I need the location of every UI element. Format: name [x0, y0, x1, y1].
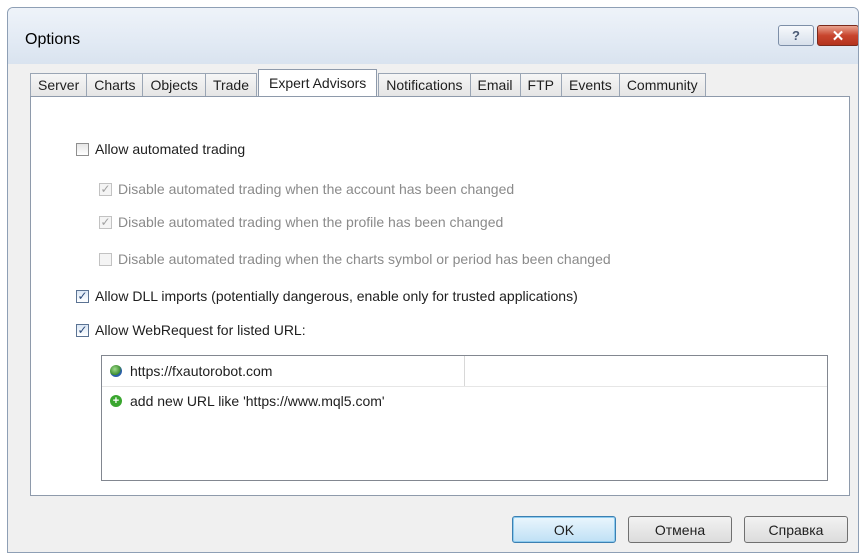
allow-automated-trading-option[interactable]: Allow automated trading: [76, 141, 245, 157]
tab-email[interactable]: Email: [469, 73, 521, 96]
allow-automated-trading-checkbox[interactable]: [76, 142, 89, 156]
url-list-item[interactable]: https://fxautorobot.com: [102, 356, 827, 387]
disable-on-symbol-change-option: Disable automated trading when the chart…: [99, 251, 611, 267]
add-url-row[interactable]: + add new URL like 'https://www.mql5.com…: [102, 386, 385, 416]
allow-dll-imports-checkbox[interactable]: ✓: [76, 289, 89, 303]
tab-community[interactable]: Community: [618, 73, 706, 96]
close-icon: ✕: [831, 27, 845, 45]
options-dialog: Options ? ✕ Server Charts Objects Trade …: [7, 7, 859, 553]
tab-charts[interactable]: Charts: [86, 73, 144, 96]
add-icon: +: [110, 395, 122, 407]
allow-webrequest-option[interactable]: ✓ Allow WebRequest for listed URL:: [76, 322, 306, 338]
allow-dll-imports-option[interactable]: ✓ Allow DLL imports (potentially dangero…: [76, 288, 578, 304]
tab-server[interactable]: Server: [30, 73, 88, 96]
tab-strip: Server Charts Objects Trade Expert Advis…: [30, 69, 706, 96]
disable-on-account-change-checkbox: ✓: [99, 182, 112, 196]
tab-expert-advisors[interactable]: Expert Advisors: [258, 69, 378, 96]
expert-advisors-panel: Allow automated trading ✓ Disable automa…: [30, 96, 850, 496]
title-bar: Options ? ✕: [8, 8, 858, 64]
disable-on-symbol-change-label: Disable automated trading when the chart…: [118, 251, 611, 267]
allow-dll-imports-label: Allow DLL imports (potentially dangerous…: [95, 288, 578, 304]
close-button[interactable]: ✕: [817, 25, 858, 46]
disable-on-profile-change-label: Disable automated trading when the profi…: [118, 214, 504, 230]
url-list-item-text: https://fxautorobot.com: [130, 363, 273, 379]
ok-button[interactable]: OK: [512, 516, 616, 543]
tab-ftp[interactable]: FTP: [519, 73, 562, 96]
column-separator: [464, 356, 465, 386]
url-list[interactable]: https://fxautorobot.com + add new URL li…: [101, 355, 828, 481]
disable-on-account-change-option: ✓ Disable automated trading when the acc…: [99, 181, 514, 197]
allow-webrequest-checkbox[interactable]: ✓: [76, 323, 89, 337]
tab-trade[interactable]: Trade: [204, 73, 257, 96]
dialog-title: Options: [25, 31, 81, 48]
tab-events[interactable]: Events: [561, 73, 620, 96]
tab-objects[interactable]: Objects: [142, 73, 206, 96]
allow-webrequest-label: Allow WebRequest for listed URL:: [95, 322, 306, 338]
tab-notifications[interactable]: Notifications: [378, 73, 471, 96]
disable-on-symbol-change-checkbox: [99, 252, 112, 266]
disable-on-profile-change-option: ✓ Disable automated trading when the pro…: [99, 214, 503, 230]
disable-on-account-change-label: Disable automated trading when the accou…: [118, 181, 515, 197]
help-button[interactable]: Справка: [744, 516, 848, 543]
disable-on-profile-change-checkbox: ✓: [99, 215, 112, 229]
add-url-placeholder: add new URL like 'https://www.mql5.com': [130, 393, 385, 409]
cancel-button[interactable]: Отмена: [628, 516, 732, 543]
help-title-button[interactable]: ?: [778, 25, 814, 46]
allow-automated-trading-label: Allow automated trading: [95, 141, 246, 157]
globe-icon: [110, 365, 122, 377]
